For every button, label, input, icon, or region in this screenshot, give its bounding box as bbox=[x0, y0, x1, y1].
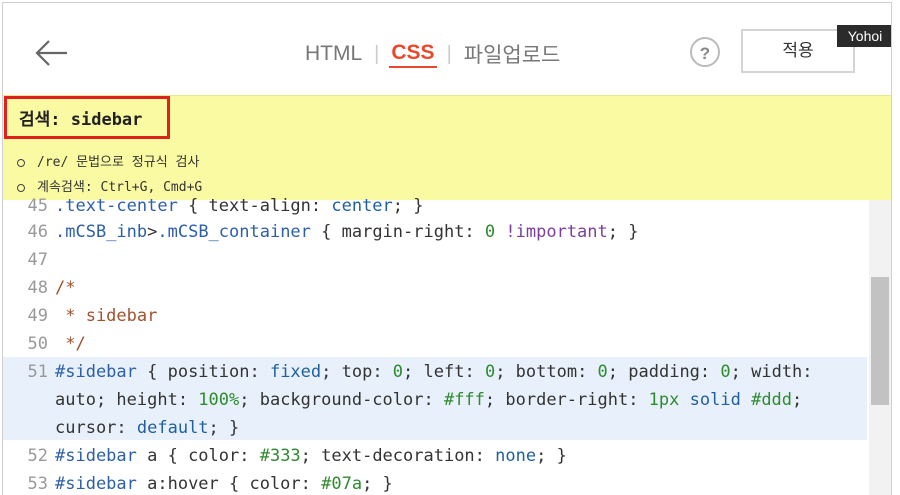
code-text: cursor: default; } bbox=[55, 418, 240, 438]
css-editor-window: HTML | CSS | 파일업로드 ? 적용 Yohoi 검색: sideba… bbox=[2, 2, 892, 495]
code-editor[interactable]: 45 .text-center { text-align: center; } 46… bbox=[3, 196, 891, 495]
code-text: */ bbox=[55, 334, 86, 354]
line-number: 52 bbox=[27, 446, 48, 466]
code-line: auto; height: 100%; background-color: #f… bbox=[3, 386, 865, 414]
code-line: 49 * sidebar bbox=[3, 302, 865, 330]
editor-tabs: HTML | CSS | 파일업로드 bbox=[303, 39, 562, 69]
search-hint-regex: /re/ 문법으로 정규식 검사 bbox=[17, 151, 199, 170]
hint-text: /re/ 문법으로 정규식 검사 bbox=[37, 155, 200, 170]
code-line: 45 .text-center { text-align: center; } bbox=[3, 192, 865, 220]
tab-divider: | bbox=[374, 42, 380, 65]
tab-divider: | bbox=[446, 42, 452, 65]
code-line: 53 #sidebar a:hover { color: #07a; } bbox=[3, 470, 865, 495]
code-text: .mCSB_inb>.mCSB_container { margin-right… bbox=[55, 222, 639, 242]
line-number: 49 bbox=[27, 306, 48, 326]
tab-css[interactable]: CSS bbox=[389, 40, 437, 68]
code-line: cursor: default; } bbox=[3, 414, 865, 442]
bullet-icon bbox=[17, 158, 25, 167]
line-number: 48 bbox=[27, 278, 48, 298]
line-number: 46 bbox=[27, 222, 48, 242]
search-input[interactable]: 검색: sidebar bbox=[4, 96, 170, 139]
line-number: 45 bbox=[27, 196, 48, 216]
line-number: 51 bbox=[27, 362, 48, 382]
code-line: 47 bbox=[3, 246, 865, 274]
bullet-icon bbox=[17, 183, 25, 192]
line-number: 47 bbox=[27, 250, 48, 270]
code-line: 46 .mCSB_inb>.mCSB_container { margin-rig… bbox=[3, 218, 865, 246]
code-text: /* bbox=[55, 278, 76, 298]
code-text: #sidebar a:hover { color: #07a; } bbox=[55, 474, 393, 494]
help-button[interactable]: ? bbox=[690, 37, 720, 67]
code-line: 51 #sidebar { position: fixed; top: 0; le… bbox=[3, 358, 865, 386]
code-line: 52 #sidebar a { color: #333; text-decorat… bbox=[3, 442, 865, 470]
top-bar: HTML | CSS | 파일업로드 ? 적용 Yohoi bbox=[3, 3, 891, 93]
code-text: * sidebar bbox=[55, 306, 158, 326]
code-text: #sidebar { position: fixed; top: 0; left… bbox=[55, 362, 813, 382]
code-text: auto; height: 100%; background-color: #f… bbox=[55, 390, 803, 410]
line-number: 53 bbox=[27, 474, 48, 494]
scrollbar-thumb[interactable] bbox=[871, 277, 889, 405]
search-panel: 검색: sidebar /re/ 문법으로 정규식 검사 계속검색: Ctrl+… bbox=[3, 95, 891, 202]
code-text: .text-center { text-align: center; } bbox=[55, 196, 424, 216]
tab-html[interactable]: HTML bbox=[303, 42, 364, 66]
code-line: 48 /* bbox=[3, 274, 865, 302]
code-line: 50 */ bbox=[3, 330, 865, 358]
user-badge: Yohoi bbox=[837, 25, 891, 47]
code-text: #sidebar a { color: #333; text-decoratio… bbox=[55, 446, 567, 466]
tab-file-upload[interactable]: 파일업로드 bbox=[462, 39, 563, 69]
back-arrow-icon[interactable] bbox=[31, 33, 71, 73]
line-number: 50 bbox=[27, 334, 48, 354]
